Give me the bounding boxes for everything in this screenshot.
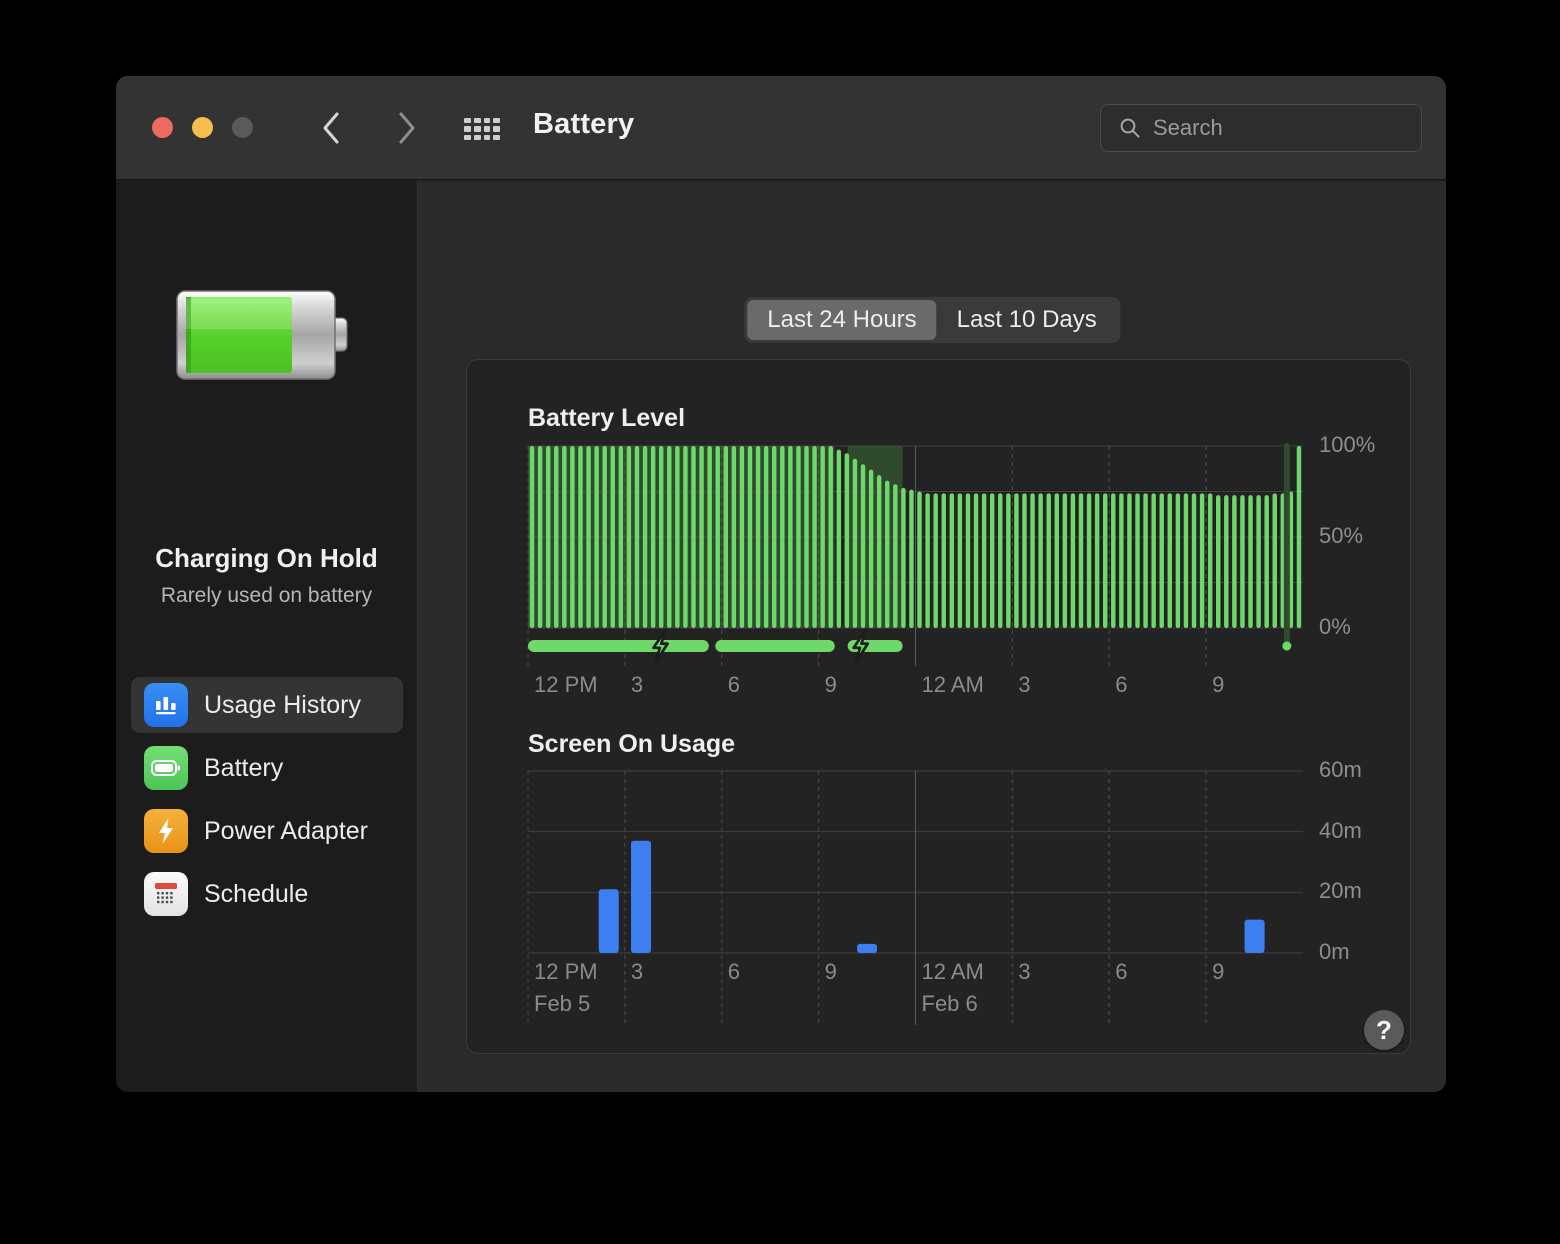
x-tick-label: 9 <box>1212 959 1225 984</box>
x-tick-label: 9 <box>824 959 837 984</box>
forward-icon[interactable] <box>384 104 430 152</box>
x-tick-label: 12 AM <box>921 959 984 984</box>
tab-last-24-hours[interactable]: Last 24 Hours <box>747 300 937 340</box>
search-field[interactable]: Search <box>1100 104 1422 152</box>
y-tick-label: 60m <box>1319 757 1362 782</box>
close-button[interactable] <box>152 117 173 138</box>
sidebar-item-label: Schedule <box>204 879 309 908</box>
sidebar-item-battery[interactable]: Battery <box>131 740 403 796</box>
x-tick-label: 6 <box>1115 672 1128 697</box>
y-tick-label: 0% <box>1319 614 1351 639</box>
sidebar-nav-list: Usage History Battery Power Adapter Sche… <box>131 677 403 929</box>
y-tick-label: 40m <box>1319 817 1362 843</box>
window-body: Charging On Hold Rarely used on battery … <box>116 181 1446 1092</box>
y-tick-label: 0m <box>1319 939 1350 964</box>
screen-on-usage-chart <box>527 770 1303 1025</box>
x-tick-label: 3 <box>1018 959 1031 984</box>
help-button[interactable]: ? <box>1364 1010 1404 1050</box>
battery-status-title: Charging On Hold <box>155 543 378 573</box>
tab-last-10-days[interactable]: Last 10 Days <box>937 300 1117 340</box>
battery-level-chart <box>527 443 1303 666</box>
search-icon <box>1120 118 1140 138</box>
battery-level-x-axis: 12 PM 3 6 9 12 AM 3 6 9 <box>528 672 1303 702</box>
battery-status-graphic <box>176 290 348 380</box>
battery-status-subtitle: Rarely used on battery <box>160 584 373 607</box>
x-tick-label: 3 <box>630 959 644 984</box>
x-tick-label: 6 <box>1115 959 1128 984</box>
sidebar-item-label: Usage History <box>204 690 361 719</box>
battery-preferences-window: Battery Search Charging On Hold Rarely u… <box>116 76 1446 1092</box>
minimize-button[interactable] <box>192 117 213 138</box>
calendar-icon <box>144 872 188 916</box>
x-tick-label: 6 <box>727 959 740 984</box>
x-tick-label: 12 PM <box>534 959 598 984</box>
x-tick-label: 3 <box>1018 672 1031 697</box>
x-tick-label: 9 <box>1212 672 1225 697</box>
sidebar-item-power-adapter[interactable]: Power Adapter <box>131 803 403 859</box>
search-placeholder: Search <box>1153 115 1223 140</box>
content-area: Last 24 Hours Last 10 Days Battery Level… <box>418 181 1446 1092</box>
sidebar: Charging On Hold Rarely used on battery … <box>116 181 418 1092</box>
x-tick-label: 12 AM <box>921 672 984 697</box>
page-title: Battery <box>533 108 635 140</box>
maximize-button[interactable] <box>232 117 253 138</box>
bolt-icon <box>144 809 188 853</box>
sidebar-item-usage-history[interactable]: Usage History <box>131 677 403 733</box>
screen-on-usage-x-axis: 12 PM 3 6 9 12 AM 3 6 9 Feb 5 Feb 6 <box>528 959 1303 1029</box>
y-tick-label: 50% <box>1319 523 1364 548</box>
bar-chart-icon <box>144 683 188 727</box>
sidebar-item-schedule[interactable]: Schedule <box>131 866 403 922</box>
window-titlebar: Battery Search <box>116 76 1446 180</box>
x-axis-date-label: Feb 5 <box>534 991 591 1016</box>
screen-on-usage-y-axis: 60m 40m 20m 0m <box>1319 757 1429 964</box>
screen-on-usage-chart-title: Screen On Usage <box>528 730 736 758</box>
sidebar-item-label: Battery <box>204 753 284 782</box>
time-range-segmented-control[interactable]: Last 24 Hours Last 10 Days <box>744 297 1120 343</box>
battery-icon <box>144 746 188 790</box>
x-axis-date-label: Feb 6 <box>921 991 978 1016</box>
x-tick-label: 12 PM <box>534 672 598 697</box>
show-all-grid-icon[interactable] <box>464 118 500 140</box>
charts-card: Battery Level 100% 50% 0% 12 PM 3 6 9 12 AM 3 6 9… <box>466 359 1411 1054</box>
x-tick-label: 3 <box>630 672 644 697</box>
back-icon[interactable] <box>308 104 354 152</box>
x-tick-label: 9 <box>824 672 837 697</box>
x-tick-label: 6 <box>727 672 740 697</box>
battery-level-y-axis: 100% 50% 0% <box>1319 432 1429 639</box>
y-tick-label: 100% <box>1319 432 1376 457</box>
y-tick-label: 20m <box>1319 878 1362 904</box>
sidebar-item-label: Power Adapter <box>204 816 368 845</box>
battery-level-chart-title: Battery Level <box>528 404 686 432</box>
